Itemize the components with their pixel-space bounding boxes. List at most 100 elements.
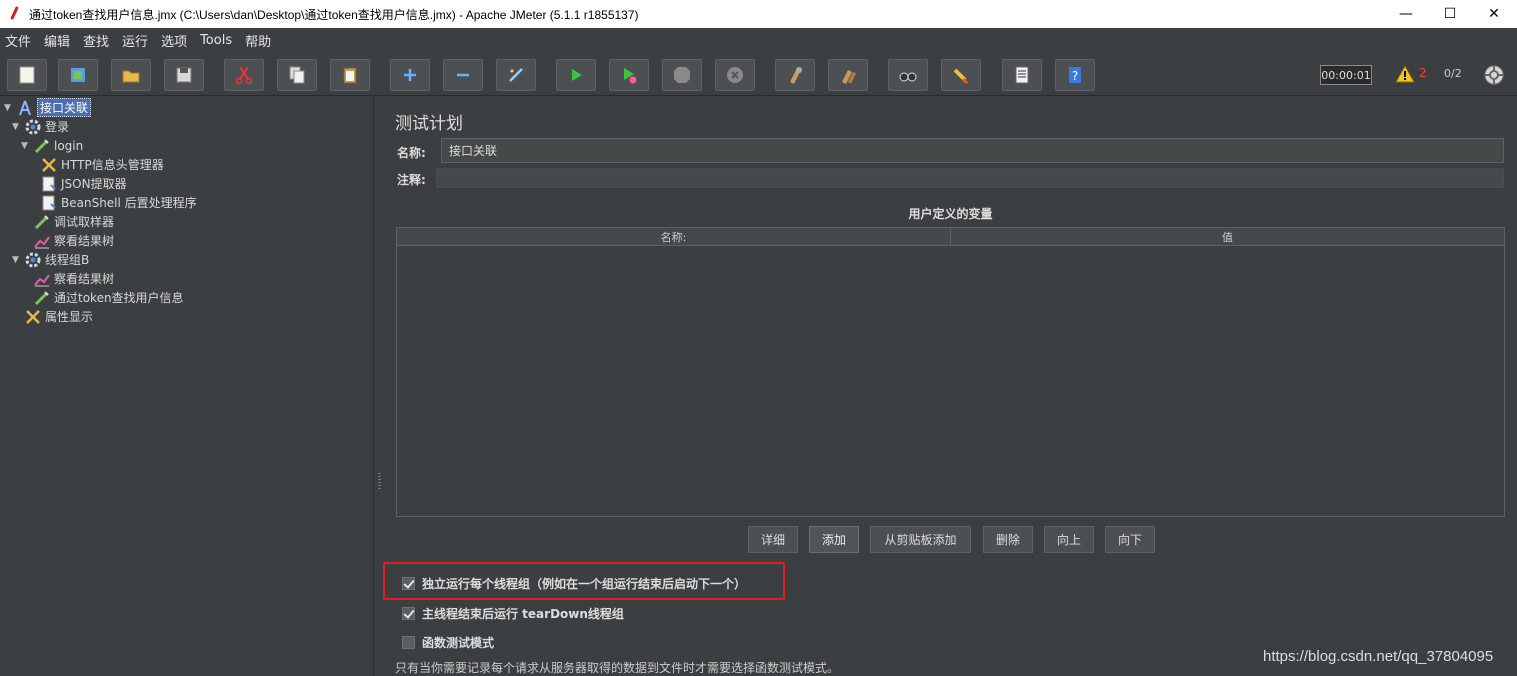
tree-label: 线程组B xyxy=(45,253,90,267)
paste-button[interactable] xyxy=(330,59,370,91)
comment-input[interactable] xyxy=(436,168,1504,188)
warning-count: 2 xyxy=(1419,66,1427,80)
tree-node-json-extractor[interactable]: JSON提取器 xyxy=(40,174,127,193)
tree-label: HTTP信息头管理器 xyxy=(61,158,164,172)
reset-broom-icon xyxy=(953,68,969,85)
new-button[interactable] xyxy=(7,59,47,91)
clipboard-icon xyxy=(343,67,357,84)
tree-node-thread-group[interactable]: ▼ 登录 xyxy=(12,117,69,136)
teardown-label: 主线程结束后运行 tearDown线程组 xyxy=(422,607,624,621)
tree-label: 接口关联 xyxy=(37,98,92,117)
open-button[interactable] xyxy=(111,59,151,91)
toolbar: ? 00:00:01 xyxy=(0,52,1517,96)
name-label: 名称: xyxy=(397,146,426,160)
watermark-text: https://blog.csdn.net/qq_37804095 xyxy=(1263,648,1494,665)
expand-toggle-icon[interactable]: ▼ xyxy=(12,255,22,265)
folder-open-icon xyxy=(122,70,140,83)
move-down-button[interactable]: 向下 xyxy=(1105,526,1155,553)
delete-button[interactable]: 删除 xyxy=(983,526,1033,553)
add-from-clipboard-button[interactable]: 从剪贴板添加 xyxy=(870,526,971,553)
stop-icon xyxy=(674,67,690,83)
functional-mode-option[interactable]: 函数测试模式 xyxy=(402,634,494,651)
clear-button[interactable] xyxy=(775,59,815,91)
highlight-annotation-box xyxy=(383,562,785,600)
tree-label: 察看结果树 xyxy=(54,272,115,286)
expand-toggle-icon[interactable]: ▼ xyxy=(21,141,31,151)
reset-search-button[interactable] xyxy=(941,59,981,91)
column-header-name[interactable]: 名称: xyxy=(397,228,951,246)
new-file-icon xyxy=(19,66,35,84)
copy-icon xyxy=(289,66,305,84)
functional-mode-checkbox[interactable] xyxy=(402,636,415,649)
scissors-icon xyxy=(235,66,253,85)
teardown-checkbox[interactable] xyxy=(402,607,415,620)
start-button[interactable] xyxy=(556,59,596,91)
stop-button[interactable] xyxy=(662,59,702,91)
shutdown-button[interactable] xyxy=(715,59,755,91)
cut-button[interactable] xyxy=(224,59,264,91)
menu-file[interactable]: 文件 xyxy=(5,31,31,50)
tree-label: 通过token查找用户信息 xyxy=(54,291,184,305)
search-button[interactable] xyxy=(888,59,928,91)
comment-label: 注释: xyxy=(397,173,426,187)
clear-all-button[interactable] xyxy=(828,59,868,91)
move-up-button[interactable]: 向上 xyxy=(1044,526,1094,553)
tree-node-thread-group-b[interactable]: ▼ 线程组B xyxy=(12,250,89,269)
menu-edit[interactable]: 编辑 xyxy=(44,31,70,50)
user-variables-table[interactable]: 名称: 值 xyxy=(396,227,1505,517)
menu-help[interactable]: 帮助 xyxy=(245,31,271,50)
pipette-icon xyxy=(33,137,51,155)
collapse-all-button[interactable] xyxy=(443,59,483,91)
tree-node-result-tree-b[interactable]: 察看结果树 xyxy=(33,269,114,288)
functional-mode-label: 函数测试模式 xyxy=(422,636,495,650)
pipette-icon xyxy=(33,213,51,231)
tree-node-token-sampler[interactable]: 通过token查找用户信息 xyxy=(33,288,184,307)
teardown-option[interactable]: 主线程结束后运行 tearDown线程组 xyxy=(402,605,624,622)
tree-node-header-manager[interactable]: HTTP信息头管理器 xyxy=(40,155,164,174)
add-button[interactable]: 添加 xyxy=(809,526,859,553)
active-threads: 0/2 xyxy=(1444,67,1462,80)
menu-search[interactable]: 查找 xyxy=(83,31,109,50)
close-button[interactable]: ✕ xyxy=(1471,0,1517,28)
name-input[interactable]: 接口关联 xyxy=(441,138,1504,163)
menu-tools[interactable]: Tools xyxy=(200,33,232,48)
save-button[interactable] xyxy=(164,59,204,91)
tree-label: JSON提取器 xyxy=(61,177,127,191)
expand-toggle-icon[interactable]: ▼ xyxy=(12,122,22,132)
shutdown-icon xyxy=(727,67,743,83)
detail-button[interactable]: 详细 xyxy=(748,526,798,553)
gear-icon xyxy=(24,118,42,136)
column-header-value[interactable]: 值 xyxy=(951,228,1504,246)
tree-node-sampler[interactable]: ▼ login xyxy=(21,136,83,155)
tree-node-property-display[interactable]: 属性显示 xyxy=(24,307,93,326)
templates-button[interactable] xyxy=(58,59,98,91)
test-plan-icon xyxy=(16,99,34,117)
tree-node-result-tree[interactable]: 察看结果树 xyxy=(33,231,114,250)
help-button[interactable]: ? xyxy=(1055,59,1095,91)
menu-run[interactable]: 运行 xyxy=(122,31,148,50)
menu-options[interactable]: 选项 xyxy=(161,31,187,50)
binoculars-icon xyxy=(899,72,917,82)
templates-icon xyxy=(71,68,85,82)
warning-icon[interactable] xyxy=(1394,64,1416,84)
start-no-pause-button[interactable] xyxy=(609,59,649,91)
tree-node-test-plan[interactable]: ▼ 接口关联 xyxy=(4,98,92,117)
plus-icon xyxy=(404,69,416,81)
remote-status-icon[interactable] xyxy=(1483,64,1505,86)
divider-grip[interactable] xyxy=(378,473,381,489)
wand-icon xyxy=(509,68,523,82)
tree-node-debug-sampler[interactable]: 调试取样器 xyxy=(33,212,114,231)
test-plan-tree: ▼ 接口关联 ▼ 登录 ▼ login HTTP信息头管理器 JSON提取器 B… xyxy=(0,97,374,676)
function-helper-button[interactable] xyxy=(1002,59,1042,91)
copy-button[interactable] xyxy=(277,59,317,91)
maximize-button[interactable]: ☐ xyxy=(1427,0,1473,28)
toggle-button[interactable] xyxy=(496,59,536,91)
tree-node-beanshell[interactable]: BeanShell 后置处理程序 xyxy=(40,193,197,212)
tree-label: 调试取样器 xyxy=(54,215,115,229)
minimize-button[interactable]: — xyxy=(1383,0,1429,28)
help-book-icon: ? xyxy=(1069,67,1081,83)
wrench-icon xyxy=(24,308,42,326)
expand-toggle-icon[interactable]: ▼ xyxy=(4,103,14,113)
expand-all-button[interactable] xyxy=(390,59,430,91)
play-icon xyxy=(572,69,582,81)
